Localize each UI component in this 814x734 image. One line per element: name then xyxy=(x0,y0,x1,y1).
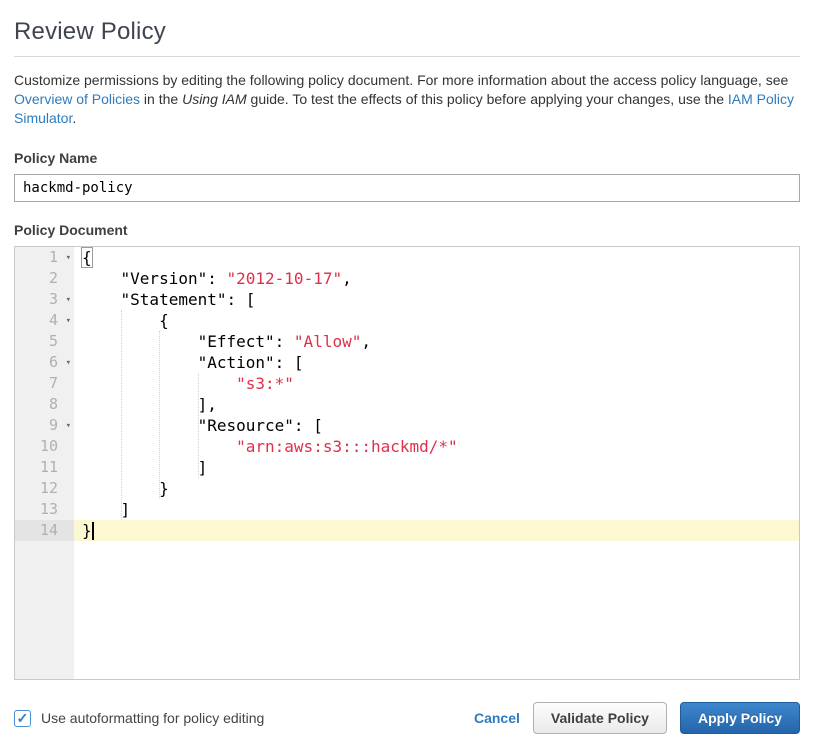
intro-text: Customize permissions by editing the fol… xyxy=(14,72,788,88)
apply-policy-button[interactable]: Apply Policy xyxy=(680,702,800,734)
fold-toggle-icon[interactable]: ▾ xyxy=(66,416,71,437)
code-line[interactable]: "arn:aws:s3:::hackmd/*" xyxy=(74,436,799,457)
json-plain-token: , xyxy=(361,332,371,351)
fold-toggle-icon[interactable]: ▾ xyxy=(66,248,71,269)
autoformat-option[interactable]: ✓ Use autoformatting for policy editing xyxy=(14,710,264,727)
cancel-link[interactable]: Cancel xyxy=(474,710,520,726)
json-plain-token: } xyxy=(82,479,169,498)
gutter-line-number: 5 xyxy=(15,331,74,352)
gutter-line-number: 13 xyxy=(15,499,74,520)
validate-policy-button[interactable]: Validate Policy xyxy=(533,702,667,734)
intro-paragraph: Customize permissions by editing the fol… xyxy=(14,71,804,128)
code-line[interactable]: "Version": "2012-10-17", xyxy=(74,268,799,289)
editor-gutter: 1▾23▾4▾56▾789▾1011121314 xyxy=(15,247,74,679)
json-string-token: "Allow" xyxy=(294,332,361,351)
fold-toggle-icon[interactable]: ▾ xyxy=(66,353,71,374)
intro-text: guide. To test the effects of this polic… xyxy=(247,91,728,107)
json-plain-token: } xyxy=(82,521,92,540)
gutter-line-number: 4▾ xyxy=(15,310,74,331)
gutter-line-number: 1▾ xyxy=(15,247,74,268)
json-plain-token: ] xyxy=(82,500,130,519)
autoformat-checkbox[interactable]: ✓ xyxy=(14,710,31,727)
json-string-token: "s3:*" xyxy=(236,374,294,393)
gutter-line-number: 12 xyxy=(15,478,74,499)
overview-of-policies-link[interactable]: Overview of Policies xyxy=(14,91,140,107)
code-line[interactable]: "Resource": [ xyxy=(74,415,799,436)
json-plain-token: ], xyxy=(82,395,217,414)
gutter-line-number: 14 xyxy=(15,520,74,541)
using-iam-guide-name: Using IAM xyxy=(182,91,247,107)
review-policy-page: Review Policy Customize permissions by e… xyxy=(0,0,814,734)
fold-toggle-icon[interactable]: ▾ xyxy=(66,290,71,311)
code-line[interactable]: ], xyxy=(74,394,799,415)
code-line[interactable]: ] xyxy=(74,457,799,478)
text-cursor xyxy=(92,522,94,540)
code-line[interactable]: "Effect": "Allow", xyxy=(74,331,799,352)
editor-code-area[interactable]: { "Version": "2012-10-17", "Statement": … xyxy=(74,247,799,679)
json-plain-token: "Effect": xyxy=(82,332,294,351)
gutter-line-number: 8 xyxy=(15,394,74,415)
code-line[interactable]: { xyxy=(74,310,799,331)
json-string-token: "2012-10-17" xyxy=(227,269,343,288)
title-divider xyxy=(14,56,800,57)
json-plain-token: , xyxy=(342,269,352,288)
policy-name-label: Policy Name xyxy=(14,150,800,166)
code-line[interactable]: "s3:*" xyxy=(74,373,799,394)
code-line[interactable]: { xyxy=(74,247,799,268)
intro-text: . xyxy=(72,110,76,126)
gutter-line-number: 2 xyxy=(15,268,74,289)
policy-document-label: Policy Document xyxy=(14,222,800,238)
policy-name-input[interactable] xyxy=(14,174,800,202)
code-line[interactable]: } xyxy=(74,478,799,499)
json-plain-token: "Version": xyxy=(82,269,227,288)
json-plain-token xyxy=(82,437,236,456)
json-plain-token: { xyxy=(82,311,169,330)
autoformat-label: Use autoformatting for policy editing xyxy=(41,710,264,726)
json-string-token: "arn:aws:s3:::hackmd/*" xyxy=(236,437,458,456)
code-line[interactable]: } xyxy=(74,520,799,541)
json-plain-token: "Statement": [ xyxy=(82,290,255,309)
fold-toggle-icon[interactable]: ▾ xyxy=(66,311,71,332)
page-title: Review Policy xyxy=(14,18,800,46)
gutter-line-number: 10 xyxy=(15,436,74,457)
json-plain-token: "Resource": [ xyxy=(82,416,323,435)
gutter-line-number: 3▾ xyxy=(15,289,74,310)
code-line[interactable]: "Action": [ xyxy=(74,352,799,373)
json-plain-token xyxy=(82,374,236,393)
gutter-line-number: 9▾ xyxy=(15,415,74,436)
gutter-line-number: 7 xyxy=(15,373,74,394)
policy-document-editor[interactable]: 1▾23▾4▾56▾789▾1011121314 { "Version": "2… xyxy=(14,246,800,680)
footer-bar: ✓ Use autoformatting for policy editing … xyxy=(14,702,800,734)
gutter-line-number: 6▾ xyxy=(15,352,74,373)
json-plain-token: ] xyxy=(82,458,207,477)
json-plain-token: "Action": [ xyxy=(82,353,304,372)
code-line[interactable]: ] xyxy=(74,499,799,520)
code-line[interactable]: "Statement": [ xyxy=(74,289,799,310)
matching-bracket-highlight: { xyxy=(81,247,93,268)
gutter-line-number: 11 xyxy=(15,457,74,478)
footer-actions: Cancel Validate Policy Apply Policy xyxy=(474,702,800,734)
intro-text: in the xyxy=(140,91,182,107)
